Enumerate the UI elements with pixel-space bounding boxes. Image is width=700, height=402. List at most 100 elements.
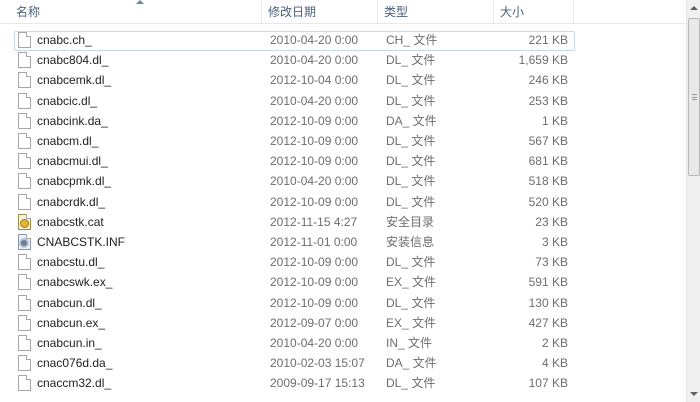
- file-date-modified: 2012-11-15 4:27: [270, 214, 358, 229]
- file-row[interactable]: CNABCSTK.INF 2012-11-01 0:00 安装信息 3 KB: [0, 232, 686, 252]
- file-type: DL_ 文件: [386, 255, 436, 270]
- file-date-modified: 2010-04-20 0:00: [270, 33, 359, 47]
- file-name: cnabcstu.dl_: [37, 255, 105, 270]
- file-name: cnabcun.dl_: [37, 295, 102, 310]
- scroll-down-arrow-icon[interactable]: [687, 386, 700, 402]
- file-size: 221 KB: [528, 33, 568, 47]
- file-name: cnabcmui.dl_: [37, 154, 108, 169]
- file-size: 1,659 KB: [518, 53, 568, 68]
- file-name: cnabcun.ex_: [37, 315, 106, 330]
- file-date-modified: 2010-02-03 15:07: [270, 356, 365, 371]
- file-row[interactable]: cnabcemk.dl_ 2012-10-04 0:00 DL_ 文件 246 KB: [0, 70, 686, 90]
- scroll-up-arrow-icon[interactable]: [687, 0, 700, 16]
- file-icon: [18, 193, 31, 210]
- grip-icon: [692, 94, 697, 100]
- file-name: cnabcrdk.dl_: [37, 194, 106, 209]
- file-date-modified: 2012-10-09 0:00: [270, 134, 359, 148]
- file-size: 591 KB: [528, 275, 568, 290]
- file-icon: [18, 32, 31, 48]
- file-type: DA_ 文件: [386, 113, 437, 128]
- file-icon: [18, 112, 31, 129]
- file-size: 246 KB: [528, 73, 568, 88]
- file-size: 520 KB: [528, 194, 568, 209]
- file-type: DA_ 文件: [386, 356, 437, 371]
- column-header-type[interactable]: 类型: [378, 0, 494, 24]
- file-icon: [18, 92, 31, 109]
- file-icon: [18, 254, 31, 271]
- sort-ascending-icon: [136, 0, 144, 4]
- file-name: cnabcstk.cat: [37, 214, 104, 229]
- file-row[interactable]: cnac076d.da_ 2010-02-03 15:07 DA_ 文件 4 KB: [0, 353, 686, 373]
- file-row[interactable]: cnabcswk.ex_ 2012-10-09 0:00 EX_ 文件 591 KB: [0, 272, 686, 292]
- column-header-date-modified[interactable]: 修改日期: [262, 0, 378, 24]
- file-name: cnabc804.dl_: [37, 53, 109, 68]
- file-icon: [18, 335, 31, 351]
- file-icon: [18, 52, 31, 69]
- file-row[interactable]: cnabcm.dl_ 2012-10-09 0:00 DL_ 文件 567 KB: [0, 131, 686, 151]
- file-date-modified: 2012-11-01 0:00: [270, 235, 358, 249]
- file-size: 107 KB: [528, 376, 568, 391]
- file-date-modified: 2010-04-20 0:00: [270, 93, 359, 108]
- file-row[interactable]: cnabcmui.dl_ 2012-10-09 0:00 DL_ 文件 681 KB: [0, 151, 686, 171]
- file-size: 253 KB: [528, 93, 568, 108]
- file-size: 73 KB: [535, 255, 568, 270]
- file-date-modified: 2012-10-09 0:00: [270, 154, 359, 169]
- file-date-modified: 2009-09-17 15:13: [270, 376, 365, 391]
- file-name: cnac076d.da_: [37, 356, 113, 371]
- file-row[interactable]: cnabc804.dl_ 2010-04-20 0:00 DL_ 文件 1,659 K…: [0, 50, 686, 70]
- file-icon: [18, 72, 31, 89]
- file-type: DL_ 文件: [386, 134, 436, 148]
- file-type: CH_ 文件: [386, 33, 438, 47]
- file-type: 安装信息: [386, 235, 435, 249]
- file-type: DL_ 文件: [386, 154, 436, 169]
- file-size: 427 KB: [528, 315, 568, 330]
- file-row[interactable]: cnabcun.dl_ 2012-10-09 0:00 DL_ 文件 130 KB: [0, 293, 686, 313]
- file-row[interactable]: cnabcstu.dl_ 2012-10-09 0:00 DL_ 文件 73 KB: [0, 252, 686, 272]
- file-icon: [18, 314, 31, 331]
- file-size: 518 KB: [528, 174, 568, 189]
- file-type: EX_ 文件: [386, 275, 437, 290]
- security-catalog-icon: [18, 213, 31, 230]
- file-icon: [18, 173, 31, 190]
- file-icon: [18, 133, 31, 149]
- column-header-bar: 名称 修改日期 类型 大小: [0, 0, 686, 24]
- column-header-size[interactable]: 大小: [494, 0, 574, 24]
- file-date-modified: 2012-10-09 0:00: [270, 194, 359, 209]
- file-icon: [18, 375, 31, 392]
- file-row[interactable]: cnaccm32.dl_ 2009-09-17 15:13 DL_ 文件 107 KB: [0, 373, 686, 393]
- file-name: cnabcm.dl_: [37, 134, 99, 148]
- file-icon: [18, 153, 31, 170]
- file-type: DL_ 文件: [386, 295, 436, 310]
- file-date-modified: 2010-04-20 0:00: [270, 336, 359, 350]
- file-type: 安全目录: [386, 214, 435, 229]
- file-date-modified: 2012-09-07 0:00: [270, 315, 359, 330]
- file-size: 2 KB: [541, 336, 568, 350]
- file-row[interactable]: cnabcun.in_ 2010-04-20 0:00 IN_ 文件 2 KB: [0, 333, 686, 353]
- setup-information-icon: [18, 234, 31, 250]
- file-row[interactable]: cnabcic.dl_ 2010-04-20 0:00 DL_ 文件 253 KB: [0, 91, 686, 111]
- file-type: DL_ 文件: [386, 376, 436, 391]
- file-name: cnabcpmk.dl_: [37, 174, 112, 189]
- file-type: DL_ 文件: [386, 174, 436, 189]
- file-type: DL_ 文件: [386, 73, 436, 88]
- file-icon: [18, 355, 31, 372]
- file-row[interactable]: cnabcun.ex_ 2012-09-07 0:00 EX_ 文件 427 KB: [0, 313, 686, 333]
- file-name: cnabcswk.ex_: [37, 275, 113, 290]
- file-row[interactable]: cnabcrdk.dl_ 2012-10-09 0:00 DL_ 文件 520 KB: [0, 192, 686, 212]
- file-name: cnabc.ch_: [37, 33, 92, 47]
- scrollbar-thumb[interactable]: [688, 18, 700, 176]
- file-name: cnabcic.dl_: [37, 93, 98, 108]
- vertical-scrollbar[interactable]: [686, 0, 700, 402]
- file-row[interactable]: cnabc.ch_ 2010-04-20 0:00 CH_ 文件 221 KB: [0, 30, 686, 51]
- file-row[interactable]: cnabcstk.cat 2012-11-15 4:27 安全目录 23 KB: [0, 212, 686, 232]
- file-size: 567 KB: [528, 134, 568, 148]
- file-size: 4 KB: [541, 356, 568, 371]
- file-type: DL_ 文件: [386, 194, 436, 209]
- file-date-modified: 2012-10-09 0:00: [270, 275, 359, 290]
- file-row[interactable]: cnabcpmk.dl_ 2010-04-20 0:00 DL_ 文件 518 KB: [0, 171, 686, 191]
- file-size: 681 KB: [528, 154, 568, 169]
- file-date-modified: 2012-10-09 0:00: [270, 113, 359, 128]
- file-date-modified: 2012-10-04 0:00: [270, 73, 359, 88]
- file-type: IN_ 文件: [386, 336, 433, 350]
- file-row[interactable]: cnabcink.da_ 2012-10-09 0:00 DA_ 文件 1 KB: [0, 111, 686, 131]
